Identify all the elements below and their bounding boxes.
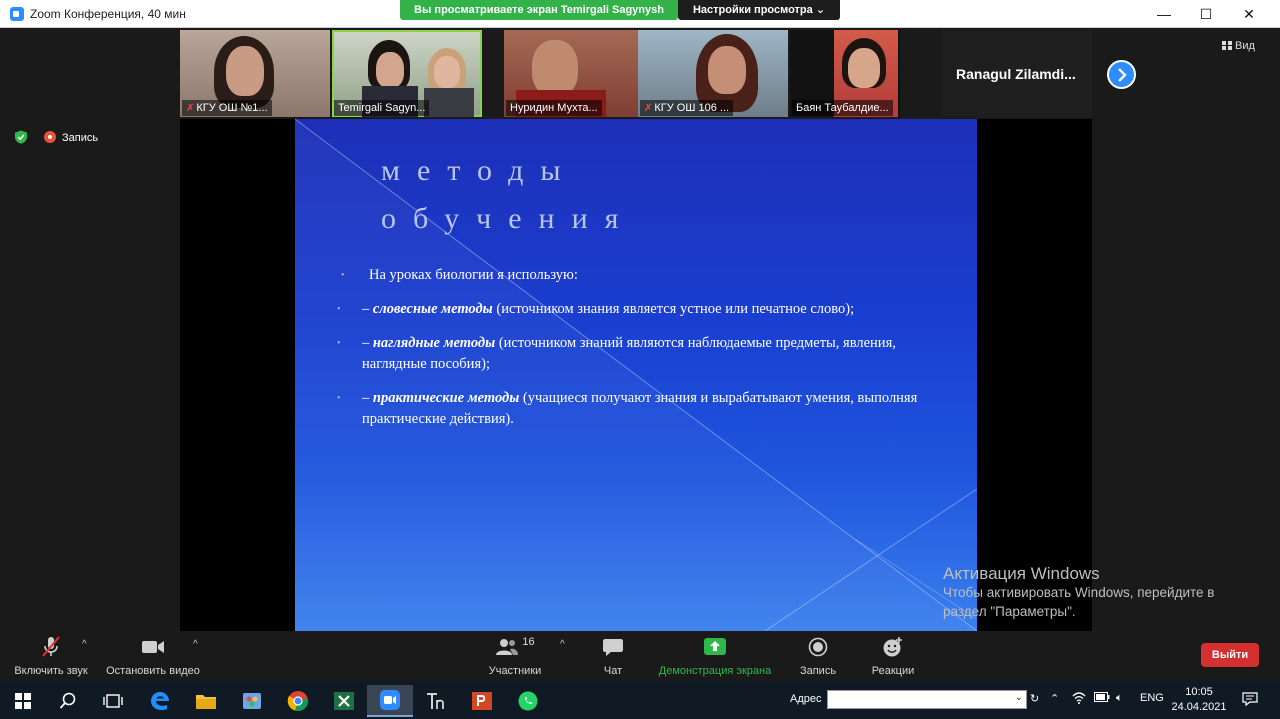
edge-browser-taskbar-icon[interactable]	[137, 685, 183, 717]
mic-muted-icon	[42, 636, 60, 657]
task-view-button[interactable]	[90, 685, 136, 717]
view-options-button[interactable]: Настройки просмотра ⌄	[678, 0, 840, 20]
participant-name: Temirgali Sagyn...	[334, 100, 430, 116]
zoom-icon	[380, 690, 400, 710]
zoom-app-icon	[10, 7, 24, 21]
windows-taskbar: Адрес ⌄ ↻ ⌃ 🔈︎ ENG 10:05 24.04.2021	[0, 681, 1280, 719]
participant-name: Баян Таубалдие...	[792, 100, 893, 116]
next-participants-button[interactable]	[1107, 60, 1136, 89]
participant-name: Ranagul Zilamdi...	[956, 66, 1076, 82]
edge-icon	[151, 692, 169, 711]
record-button[interactable]: Запись	[796, 635, 840, 677]
font-app-taskbar-icon[interactable]	[413, 685, 459, 717]
address-input[interactable]: ⌄	[827, 690, 1027, 709]
search-icon	[59, 692, 76, 709]
file-explorer-taskbar-icon[interactable]	[183, 685, 229, 717]
participants-count: 16	[522, 636, 535, 648]
participant-tile-active-speaker[interactable]: Temirgali Sagyn...	[332, 30, 482, 117]
search-button[interactable]	[45, 685, 91, 717]
participant-name: Нуридин Мухта...	[506, 100, 602, 116]
participants-icon	[496, 639, 519, 655]
start-button[interactable]	[0, 685, 46, 717]
slide-bullet-item: • – практические методы (учащиеся получа…	[337, 390, 918, 427]
chevron-right-icon	[1118, 68, 1127, 82]
task-view-icon	[103, 694, 123, 708]
participants-button[interactable]: 16 Участники	[486, 635, 544, 677]
participant-name: ✗ КГУ ОШ 106 ...	[640, 100, 734, 116]
paint-palette-icon	[243, 693, 261, 709]
powerpoint-taskbar-icon[interactable]	[459, 685, 505, 717]
wifi-icon[interactable]	[1072, 692, 1086, 707]
participant-tile[interactable]: Нуридин Мухта...	[504, 30, 654, 117]
leave-meeting-button[interactable]: Выйти	[1201, 643, 1259, 667]
participant-video	[532, 40, 578, 96]
maximize-button[interactable]: ☐	[1183, 0, 1229, 28]
audio-options-caret[interactable]: ^	[82, 639, 87, 650]
participant-tile[interactable]: ✗ КГУ ОШ №1...	[180, 30, 330, 117]
participant-tile-no-video[interactable]: Ranagul Zilamdi...	[942, 30, 1092, 117]
slide-title: методы обучения	[381, 154, 636, 235]
chat-icon	[603, 639, 623, 656]
whatsapp-icon	[518, 691, 538, 711]
window-title: Zoom Конференция, 40 мин	[30, 7, 186, 21]
close-button[interactable]: ✕	[1226, 0, 1272, 28]
chrome-taskbar-icon[interactable]	[275, 685, 321, 717]
powerpoint-icon	[472, 692, 492, 710]
record-icon	[44, 131, 56, 143]
speaker-icon[interactable]: 🔈︎	[1116, 692, 1123, 705]
participant-tile[interactable]: Баян Таубалдие...	[790, 30, 900, 117]
video-options-caret[interactable]: ^	[193, 639, 198, 650]
reaction-smiley-icon	[883, 637, 902, 657]
excel-taskbar-icon[interactable]	[321, 685, 367, 717]
battery-icon[interactable]	[1094, 692, 1110, 705]
shield-check-icon[interactable]	[14, 130, 28, 144]
zoom-taskbar-icon[interactable]	[367, 685, 413, 717]
meeting-area: ✗ КГУ ОШ №1... Temirgali Sagyn... Нуридин…	[0, 28, 1280, 631]
language-indicator[interactable]: ENG	[1140, 692, 1164, 704]
address-toolbar-label: Адрес	[790, 693, 822, 705]
presentation-slide: методы обучения • На уроках биологии я и…	[295, 119, 977, 631]
chevron-down-icon[interactable]: ⌄	[1015, 692, 1023, 703]
chat-button[interactable]: Чат	[597, 635, 629, 677]
share-screen-icon	[704, 638, 726, 655]
share-screen-button[interactable]: Демонстрация экрана	[656, 635, 774, 677]
record-icon	[808, 637, 828, 657]
slide-bullet-item: • – наглядные методы (источником знаний …	[337, 335, 896, 372]
folder-icon	[196, 695, 216, 709]
paint-taskbar-icon[interactable]	[229, 685, 275, 717]
slide-bullet-item: • – словесные методы (источником знания …	[337, 301, 855, 317]
slide-body: • На уроках биологии я использую: • – сл…	[337, 265, 937, 443]
meeting-toolbar: Включить звук ^ Остановить видео ^ 16 Уч…	[0, 631, 1280, 681]
typography-icon	[427, 693, 444, 709]
windows-logo-icon	[15, 693, 31, 709]
excel-icon	[334, 692, 354, 710]
minimize-button[interactable]: —	[1141, 0, 1187, 28]
participant-name: ✗ КГУ ОШ №1...	[182, 100, 272, 116]
refresh-icon[interactable]: ↻	[1030, 692, 1039, 705]
grid-icon	[1222, 41, 1232, 50]
mic-muted-icon: ✗	[644, 103, 653, 114]
screen-share-banner: Вы просматриваете экран Temirgali Sagyny…	[400, 0, 678, 20]
windows-activation-watermark: Активация Windows Чтобы активировать Win…	[943, 564, 1215, 619]
video-camera-icon	[142, 641, 164, 653]
shared-screen: методы обучения • На уроках биологии я и…	[180, 119, 1092, 631]
unmute-button[interactable]: Включить звук	[12, 635, 90, 677]
whatsapp-taskbar-icon[interactable]	[505, 685, 551, 717]
recording-indicator[interactable]: Запись	[44, 131, 98, 144]
reactions-button[interactable]: Реакции	[868, 635, 918, 677]
system-clock[interactable]: 10:05 24.04.2021	[1166, 685, 1232, 715]
chrome-icon	[287, 691, 309, 711]
stop-video-button[interactable]: Остановить видео	[104, 635, 202, 677]
slide-intro: • На уроках биологии я использую:	[341, 267, 578, 283]
participants-options-caret[interactable]: ^	[560, 639, 565, 650]
view-layout-button[interactable]: Вид	[1222, 40, 1255, 52]
mic-muted-icon: ✗	[186, 103, 195, 114]
notifications-icon[interactable]	[1242, 692, 1258, 709]
participant-tile[interactable]: ✗ КГУ ОШ 106 ...	[638, 30, 788, 117]
chevron-up-icon[interactable]: ⌃	[1050, 692, 1059, 705]
